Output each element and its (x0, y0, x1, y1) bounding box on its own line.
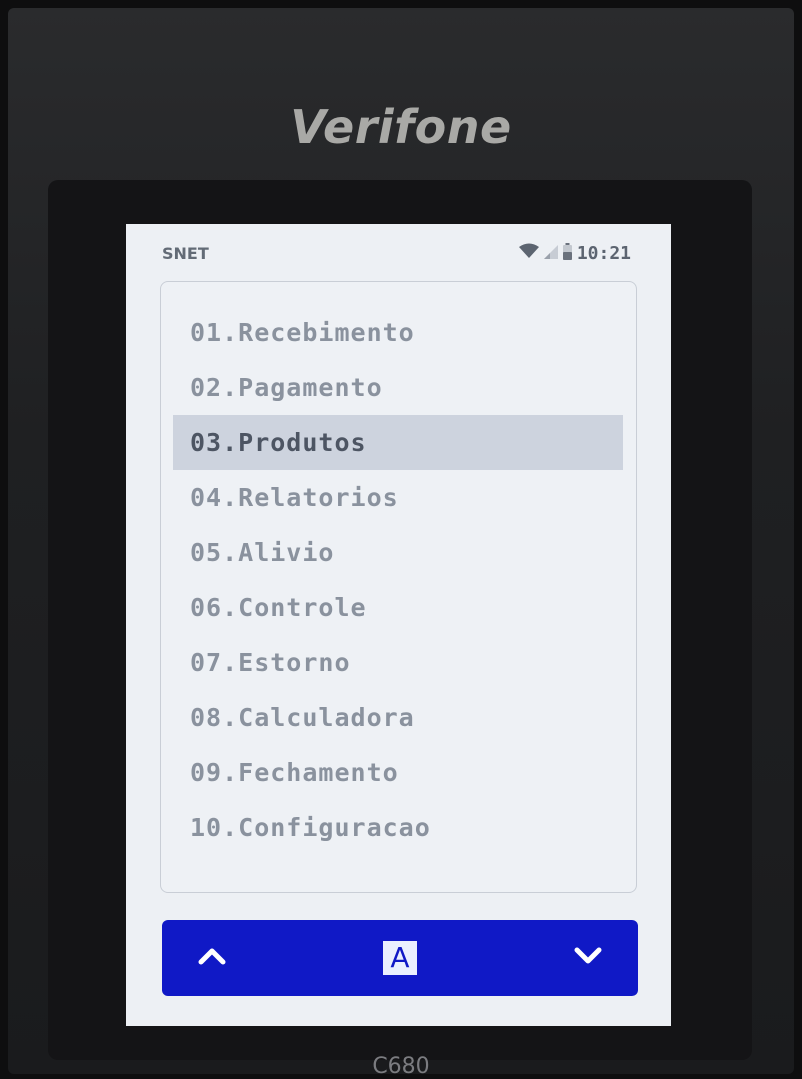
battery-icon (562, 242, 572, 264)
chevron-up-icon (197, 946, 227, 970)
menu-item-controle[interactable]: 06.Controle (161, 580, 636, 635)
scroll-up-button[interactable] (162, 920, 262, 996)
clock: 10:21 (576, 242, 631, 264)
menu-item-relatorios[interactable]: 04.Relatorios (161, 470, 636, 525)
signal-icon (543, 243, 558, 263)
keyboard-key-label: A (383, 941, 417, 975)
status-icons: 10:21 (518, 242, 631, 264)
status-bar: SNET 10:21 (126, 224, 671, 270)
menu-item-recebimento[interactable]: 01.Recebimento (161, 305, 636, 360)
scroll-down-button[interactable] (538, 920, 638, 996)
model-label: C680 (372, 1054, 430, 1079)
menu-list: 01.Recebimento 02.Pagamento 03.Produtos … (161, 305, 636, 855)
chevron-down-icon (573, 946, 603, 970)
carrier-label: SNET (162, 244, 209, 263)
menu-item-pagamento[interactable]: 02.Pagamento (161, 360, 636, 415)
brand-logo: Verifone (290, 100, 512, 154)
menu-item-configuracao[interactable]: 10.Configuracao (161, 800, 636, 855)
keyboard-toggle-button[interactable]: A (350, 920, 450, 996)
menu-item-produtos[interactable]: 03.Produtos (173, 415, 623, 470)
menu-item-fechamento[interactable]: 09.Fechamento (161, 745, 636, 800)
menu-item-alivio[interactable]: 05.Alivio (161, 525, 636, 580)
menu-item-estorno[interactable]: 07.Estorno (161, 635, 636, 690)
terminal-screen: SNET 10:21 01.Recebimento 02.Pagamento 0… (126, 224, 671, 1026)
main-menu: 01.Recebimento 02.Pagamento 03.Produtos … (160, 281, 637, 893)
menu-item-calculadora[interactable]: 08.Calculadora (161, 690, 636, 745)
wifi-icon (518, 243, 539, 263)
navigation-bar: A (162, 920, 638, 996)
